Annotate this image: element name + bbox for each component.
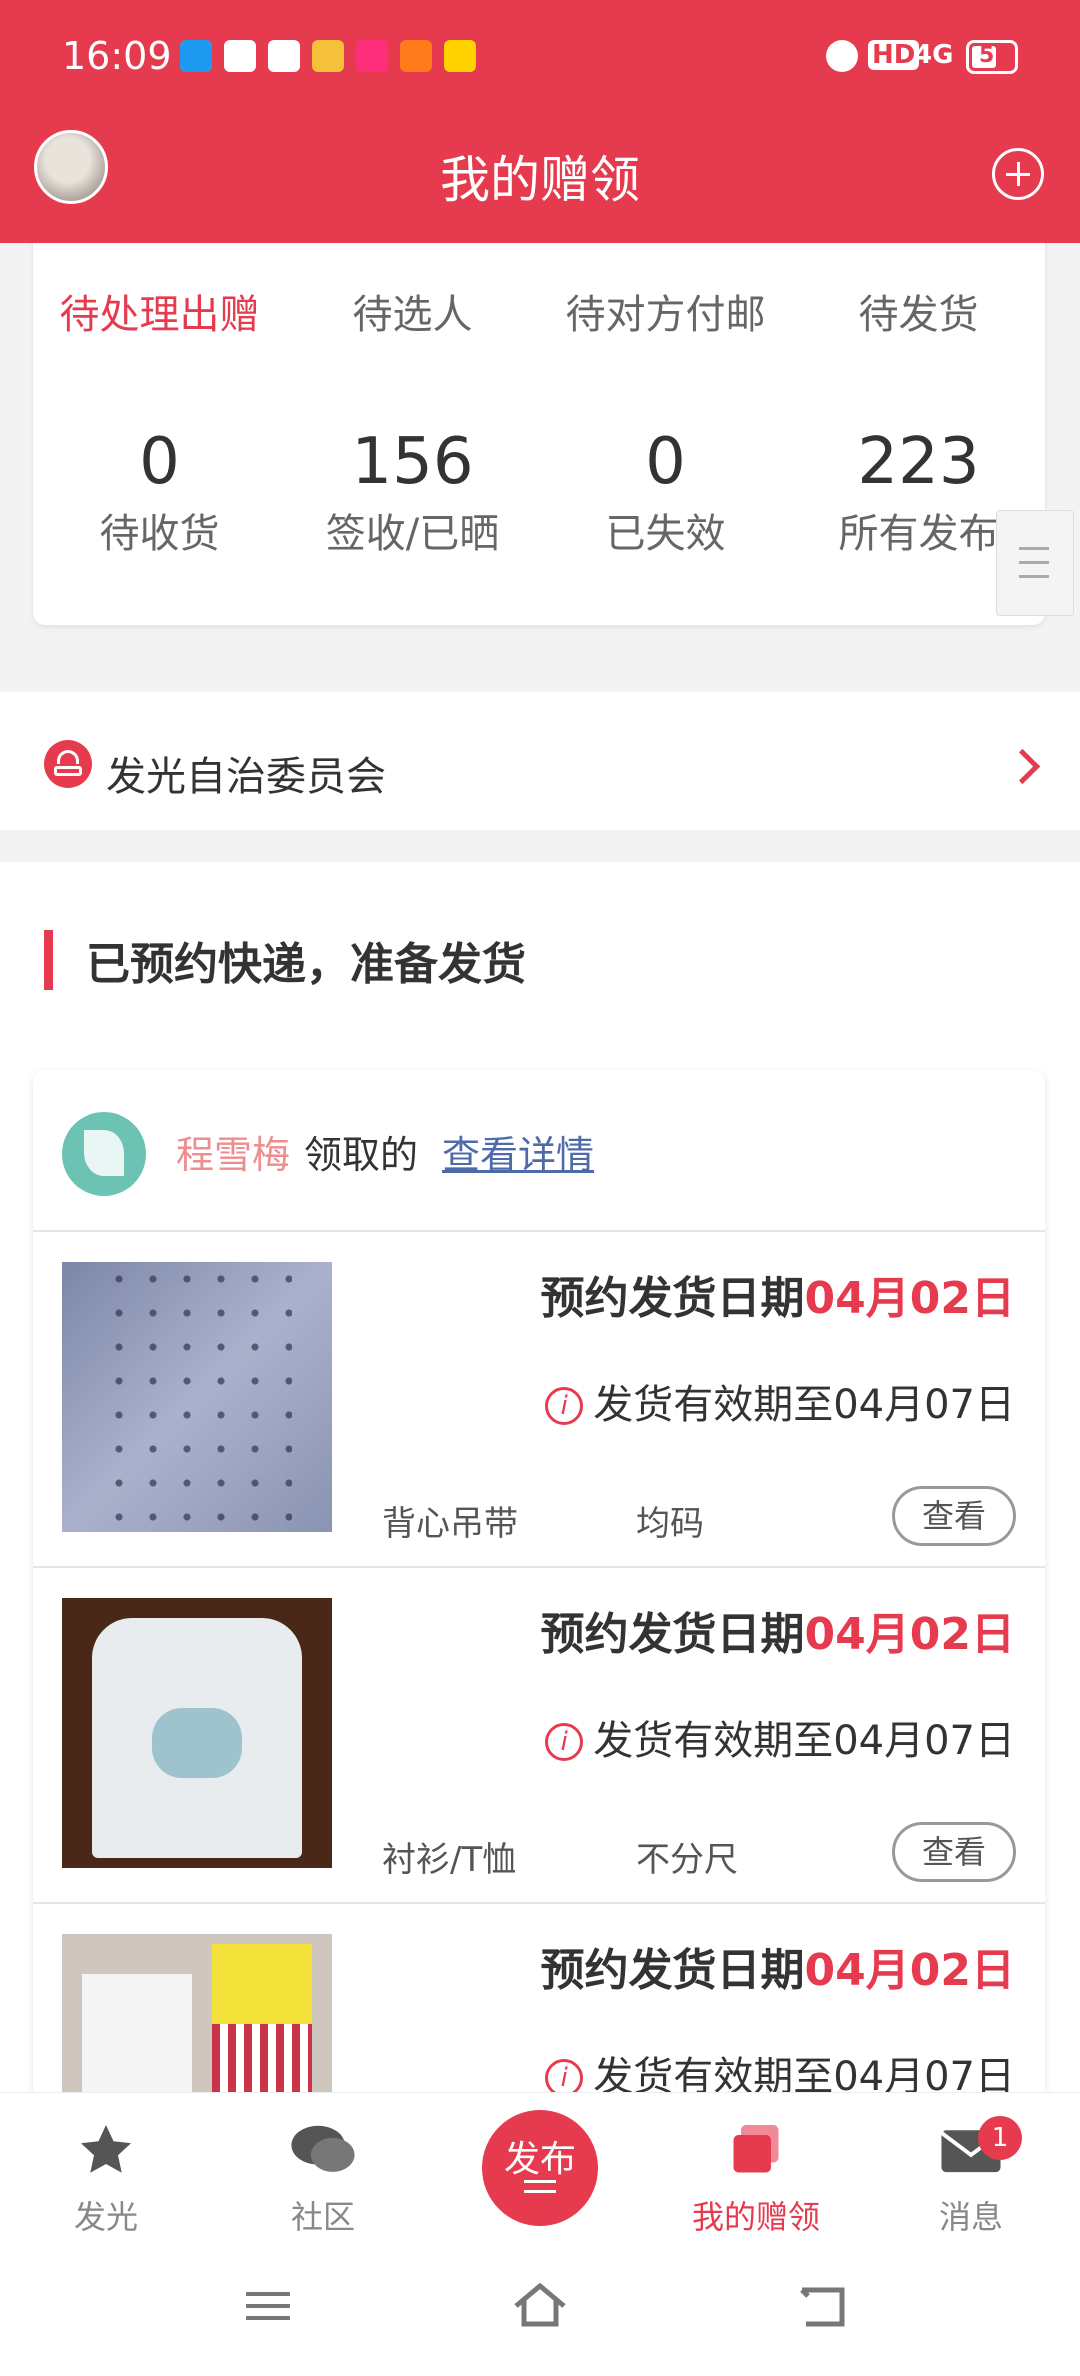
section-title: 已预约快递，准备发货 xyxy=(86,939,526,990)
stat-label: 待发货 xyxy=(858,292,979,338)
scroll-handle[interactable] xyxy=(996,510,1074,616)
info-icon: i xyxy=(545,1387,584,1425)
stat-label: 签收/已晒 xyxy=(325,511,500,557)
ship-date: 预约发货日期04月02日 xyxy=(541,1598,1015,1662)
valid-until-text: 发货有效期至04月07日 xyxy=(593,1718,1015,1764)
ship-date-label: 预约发货日期 xyxy=(540,1273,805,1324)
home-icon[interactable] xyxy=(510,2280,570,2330)
committee-label: 发光自治委员会 xyxy=(106,754,386,800)
publish-button[interactable]: 发布 xyxy=(482,2110,598,2226)
ship-date: 预约发货日期04月02日 xyxy=(541,1934,1015,1998)
stat-label: 待处理出赠 xyxy=(59,292,260,338)
cards-icon xyxy=(733,2125,779,2173)
nav-community[interactable]: 社区 xyxy=(223,2120,423,2238)
star-icon xyxy=(268,40,300,72)
divider xyxy=(33,1902,1045,1904)
stat-value: 156 xyxy=(351,425,474,499)
view-details-link[interactable]: 查看详情 xyxy=(442,1124,594,1179)
item-thumbnail[interactable] xyxy=(62,1262,332,1532)
recipient-avatar[interactable] xyxy=(62,1112,146,1196)
recipient-name[interactable]: 程雪梅 xyxy=(176,1124,290,1179)
stats-card: 待处理出赠 待选人 待对方付邮 待发货 0 待收货 156 签收/已晒 0 已失… xyxy=(33,220,1045,625)
info-icon: i xyxy=(545,1723,584,1761)
nav-shine[interactable]: 发光 xyxy=(6,2120,206,2238)
stat-to-receive[interactable]: 0 待收货 xyxy=(33,425,286,559)
ship-date-value: 04月02日 xyxy=(804,1945,1015,1996)
battery-icon: 51 xyxy=(966,40,1018,74)
received-text: 领取的 xyxy=(304,1133,419,1177)
mail-icon xyxy=(224,40,256,72)
stat-value: 0 xyxy=(645,425,686,499)
nav-label: 消息 xyxy=(938,2198,1003,2236)
view-button[interactable]: 查看 xyxy=(892,1822,1016,1882)
system-nav-bar xyxy=(0,2256,1080,2376)
item-size: 不分尺 xyxy=(636,1840,738,1880)
nav-label: 我的赠领 xyxy=(691,2198,820,2236)
section-accent-bar xyxy=(44,930,53,990)
stat-selecting[interactable]: 待选人 xyxy=(286,280,539,340)
stat-label: 已失效 xyxy=(605,511,726,557)
star-icon xyxy=(81,2125,131,2173)
chick-icon xyxy=(312,40,344,72)
ship-date-value: 04月02日 xyxy=(804,1273,1015,1324)
divider xyxy=(33,1230,1045,1232)
ship-date-label: 预约发货日期 xyxy=(540,1609,805,1660)
stat-signed[interactable]: 156 签收/已晒 xyxy=(286,425,539,559)
stat-await-postage[interactable]: 待对方付邮 xyxy=(539,280,792,340)
meituan-icon xyxy=(444,40,476,72)
stat-pending-out[interactable]: 待处理出赠 xyxy=(33,280,286,340)
add-button[interactable] xyxy=(992,148,1044,200)
alipay-icon xyxy=(180,40,212,72)
message-badge: 1 xyxy=(978,2116,1022,2160)
stat-expired[interactable]: 0 已失效 xyxy=(539,425,792,559)
taobao-icon xyxy=(356,40,388,72)
stat-label: 待对方付邮 xyxy=(565,292,766,338)
page-title: 我的赠领 xyxy=(440,151,640,209)
nav-messages[interactable]: 消息 xyxy=(871,2120,1071,2238)
nav-label: 社区 xyxy=(290,2198,355,2236)
status-time: 16:09 xyxy=(62,34,172,78)
hd-indicator: HD xyxy=(868,40,920,70)
stat-to-ship[interactable]: 待发货 xyxy=(792,280,1045,340)
stat-label: 待收货 xyxy=(99,511,220,557)
nav-my-gifts[interactable]: 我的赠领 xyxy=(656,2120,856,2238)
committee-icon xyxy=(44,740,92,788)
network-indicator: 4G xyxy=(914,40,954,70)
stat-value: 0 xyxy=(139,425,180,499)
ship-date-label: 预约发货日期 xyxy=(540,1945,805,1996)
ship-date-value: 04月02日 xyxy=(804,1609,1015,1660)
status-bar: 16:09 HD 4G 51 xyxy=(0,0,1080,118)
valid-until-text: 发货有效期至04月07日 xyxy=(593,1382,1015,1428)
chat-icon xyxy=(291,2125,355,2172)
publish-label: 发布 xyxy=(503,2139,576,2180)
app-header: 16:09 HD 4G 51 我的赠领 xyxy=(0,0,1080,243)
valid-until: i 发货有效期至04月07日 xyxy=(545,1372,1015,1430)
alarm-icon xyxy=(826,40,858,72)
ship-date: 预约发货日期04月02日 xyxy=(541,1262,1015,1326)
stat-label: 待选人 xyxy=(352,292,473,338)
stat-value: 223 xyxy=(857,425,980,499)
divider xyxy=(33,1566,1045,1568)
back-icon[interactable] xyxy=(794,2284,850,2328)
view-button[interactable]: 查看 xyxy=(892,1486,1016,1546)
item-thumbnail[interactable] xyxy=(62,1598,332,1868)
item-size: 均码 xyxy=(636,1504,704,1544)
item-thumbnail[interactable] xyxy=(62,1934,332,2092)
item-category: 背心吊带 xyxy=(382,1504,518,1544)
valid-until: i 发货有效期至04月07日 xyxy=(545,1708,1015,1766)
shop-icon xyxy=(400,40,432,72)
battery-level: 51 xyxy=(979,43,1010,68)
nav-label: 发光 xyxy=(73,2198,138,2236)
item-category: 衬衫/T恤 xyxy=(382,1840,517,1880)
